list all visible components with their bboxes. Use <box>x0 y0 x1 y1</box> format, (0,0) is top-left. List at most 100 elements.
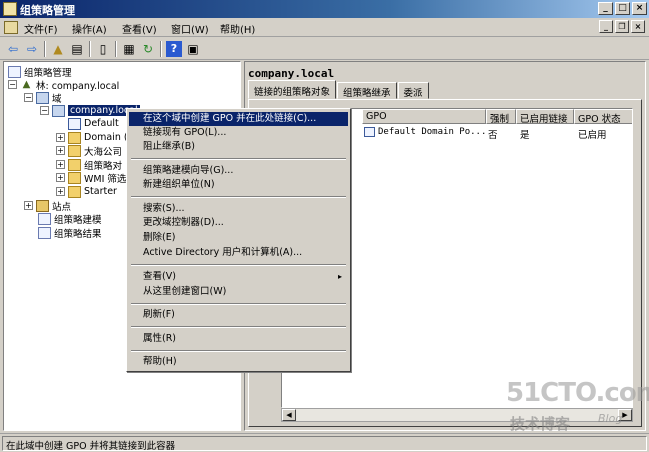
results-icon <box>38 226 51 239</box>
up-folder-icon[interactable]: ▲ <box>50 41 66 57</box>
menu-ad-users-computers[interactable]: Active Directory 用户和计算机(A)... <box>129 246 348 260</box>
menu-view-submenu[interactable]: 查看(V) ▸ <box>129 270 348 284</box>
tree-node-child[interactable]: + WMI 筛选 <box>56 171 126 185</box>
cell-gpo-status: 已启用 <box>578 130 607 141</box>
menu-separator <box>131 264 346 266</box>
menu-new-ou[interactable]: 新建组织单位(N) <box>129 178 348 192</box>
show-tree-icon[interactable]: ▤ <box>69 41 85 57</box>
menu-help-item[interactable]: 帮助(H) <box>129 355 348 369</box>
status-text: 在此域中创建 GPO 并将其链接到此容器 <box>2 436 647 452</box>
expand-icon[interactable]: + <box>56 160 65 169</box>
menu-window[interactable]: 窗口(W) <box>171 21 209 36</box>
tree-node-domain[interactable]: − company.local <box>40 104 140 117</box>
toolbar-separator <box>44 41 46 57</box>
menu-create-gpo-link[interactable]: 在这个域中创建 GPO 并在此处链接(C)... <box>129 112 348 126</box>
folder-icon <box>68 185 81 198</box>
expand-icon[interactable]: + <box>56 146 65 155</box>
tree-node-child[interactable]: + Starter <box>56 185 117 198</box>
menu-separator <box>131 158 346 160</box>
tab-gpo-inheritance[interactable]: 组策略继承 <box>337 82 397 99</box>
tree-node-gpmc[interactable]: 组策略管理 <box>8 65 72 79</box>
tab-delegation[interactable]: 委派 <box>397 82 429 99</box>
forward-arrow-icon[interactable]: ⇨ <box>24 41 40 57</box>
ou-icon <box>68 131 81 144</box>
menu-action[interactable]: 操作(A) <box>72 21 107 36</box>
expand-icon[interactable]: + <box>56 173 65 182</box>
system-menu-icon[interactable] <box>4 21 18 34</box>
column-header-gpo[interactable]: GPO <box>362 109 486 124</box>
domains-icon <box>36 91 49 104</box>
details-title: company.local <box>248 67 335 80</box>
watermark-cn: 技术博客 <box>510 415 571 433</box>
mdi-close-button[interactable]: × <box>631 20 645 33</box>
menu-properties[interactable]: 属性(R) <box>129 332 348 346</box>
menu-help[interactable]: 帮助(H) <box>220 21 255 36</box>
watermark-site: 51CTO.com <box>506 378 649 408</box>
menu-link-existing-gpo[interactable]: 链接现有 GPO(L)... <box>129 126 348 140</box>
folder-icon <box>68 171 81 184</box>
scroll-left-icon[interactable]: ◀ <box>282 409 296 421</box>
tree-node-forest[interactable]: − ▲ 林: company.local <box>8 78 119 92</box>
menu-separator <box>131 326 346 328</box>
mdi-minimize-button[interactable]: _ <box>599 20 613 33</box>
menu-refresh[interactable]: 刷新(F) <box>129 308 348 322</box>
window-title: 组策略管理 <box>20 4 75 17</box>
back-arrow-icon[interactable]: ⇦ <box>5 41 21 57</box>
column-header-link-enabled[interactable]: 已启用链接 <box>516 109 574 124</box>
expand-icon[interactable]: + <box>56 187 65 196</box>
modeling-icon <box>38 212 51 225</box>
copy-icon[interactable]: ▯ <box>95 41 111 57</box>
gpo-icon <box>364 127 375 137</box>
tree-node-modeling[interactable]: 组策略建模 <box>38 212 102 226</box>
sites-icon <box>36 199 49 212</box>
expand-icon[interactable]: + <box>56 133 65 142</box>
context-menu: 在这个域中创建 GPO 并在此处链接(C)... 链接现有 GPO(L)... … <box>126 108 351 372</box>
tree-node-sites[interactable]: + 站点 <box>24 199 71 213</box>
toolbar-separator <box>160 41 162 57</box>
menu-file[interactable]: 文件(F) <box>24 21 58 36</box>
collapse-icon[interactable]: − <box>24 93 33 102</box>
cell-enforced: 否 <box>488 130 498 141</box>
tree-node-child[interactable]: + 大海公司 <box>56 144 122 158</box>
app-icon <box>3 2 17 16</box>
menu-block-inheritance[interactable]: 阻止继承(B) <box>129 140 348 154</box>
menu-separator <box>131 303 346 305</box>
collapse-icon[interactable]: − <box>8 80 17 89</box>
maximize-button[interactable]: □ <box>615 2 630 15</box>
menu-separator <box>131 350 346 352</box>
status-bar: 在此域中创建 GPO 并将其链接到此容器 <box>0 433 649 452</box>
mdi-restore-button[interactable]: ❐ <box>615 20 629 33</box>
menu-separator <box>131 196 346 198</box>
console-icon[interactable]: ▣ <box>185 41 201 57</box>
tree-node-child[interactable]: + Domain ( <box>56 131 128 144</box>
forest-icon: ▲ <box>22 78 31 90</box>
refresh-icon[interactable]: ↻ <box>140 41 156 57</box>
submenu-arrow-icon: ▸ <box>337 272 342 281</box>
tree-node-child[interactable]: + 组策略对 <box>56 158 122 172</box>
gpmc-icon <box>8 65 21 78</box>
table-row[interactable]: Default Domain Po... <box>364 127 486 137</box>
close-button[interactable]: × <box>632 2 647 15</box>
toolbar-separator <box>89 41 91 57</box>
toolbar: ⇦ ⇨ ▲ ▤ ▯ ▦ ↻ ? ▣ <box>0 38 649 60</box>
menu-change-dc[interactable]: 更改域控制器(D)... <box>129 216 348 230</box>
menu-search[interactable]: 搜索(S)... <box>129 202 348 216</box>
column-header-gpo-status[interactable]: GPO 状态 <box>574 109 632 124</box>
menu-delete[interactable]: 删除(E) <box>129 231 348 245</box>
domain-icon <box>52 104 65 117</box>
collapse-icon[interactable]: − <box>40 106 49 115</box>
tree-node-results[interactable]: 组策略结果 <box>38 226 102 240</box>
column-header-enforced[interactable]: 强制 <box>486 109 516 124</box>
menu-view[interactable]: 查看(V) <box>122 21 157 36</box>
menu-new-window[interactable]: 从这里创建窗口(W) <box>129 285 348 299</box>
properties-icon[interactable]: ▦ <box>121 41 137 57</box>
expand-icon[interactable]: + <box>24 201 33 210</box>
tree-node-child[interactable]: Default <box>68 117 119 130</box>
toolbar-separator <box>115 41 117 57</box>
minimize-button[interactable]: _ <box>598 2 613 15</box>
tree-node-domains[interactable]: − 域 <box>24 91 62 105</box>
menu-modeling-wizard[interactable]: 组策略建模向导(G)... <box>129 164 348 178</box>
help-icon[interactable]: ? <box>166 41 182 57</box>
horizontal-scrollbar[interactable]: ◀ ▶ <box>281 408 633 422</box>
tab-linked-gpos[interactable]: 链接的组策略对象 <box>248 80 337 99</box>
